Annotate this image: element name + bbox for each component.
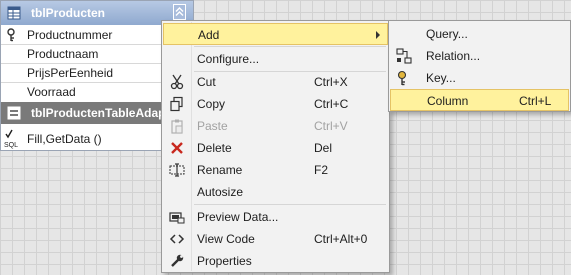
menu-item-label: Paste: [197, 119, 228, 133]
menu-item-shortcut: Del: [314, 141, 333, 155]
delete-x-icon: [171, 142, 183, 154]
menu-item-shortcut: F2: [314, 163, 329, 177]
add-submenu[interactable]: Query... Relation... Key... Column Ctrl+…: [388, 20, 571, 112]
menu-item-shortcut: Ctrl+X: [314, 75, 348, 89]
menu-item-shortcut: Ctrl+Alt+0: [314, 232, 368, 246]
menu-item-label: View Code: [197, 232, 255, 246]
menu-item-properties[interactable]: Properties: [163, 250, 388, 272]
menu-item-label: Column: [427, 94, 469, 108]
submenu-item-key[interactable]: Key...: [390, 67, 569, 89]
submenu-item-column[interactable]: Column Ctrl+L: [390, 89, 569, 111]
query-name: Fill,GetData (): [27, 132, 102, 146]
menu-item-label: Configure...: [197, 52, 260, 66]
primary-key-icon: [7, 28, 15, 42]
submenu-item-relation[interactable]: Relation...: [390, 45, 569, 67]
column-name: Voorraad: [27, 85, 76, 99]
menu-item-autosize[interactable]: Autosize: [163, 181, 388, 203]
menu-item-label: Autosize: [197, 185, 244, 199]
menu-item-configure[interactable]: Configure...: [163, 48, 388, 70]
column-name: Productnaam: [27, 47, 99, 61]
menu-item-add[interactable]: Add: [163, 23, 388, 45]
menu-item-label: Preview Data...: [197, 210, 279, 224]
collapse-chevron-icon: [175, 7, 184, 16]
menu-item-copy[interactable]: Copy Ctrl+C: [163, 93, 388, 115]
menu-item-label: Cut: [197, 75, 216, 89]
wrench-icon: [171, 254, 184, 267]
menu-item-label: Key...: [426, 71, 456, 85]
sql-query-icon: SQL: [4, 129, 18, 149]
paste-icon: [171, 119, 183, 134]
menu-item-view-code[interactable]: View Code Ctrl+Alt+0: [163, 228, 388, 250]
collapse-button[interactable]: [173, 4, 186, 20]
column-name: Productnummer: [27, 28, 113, 42]
menu-item-shortcut: Ctrl+V: [314, 119, 348, 133]
context-menu[interactable]: Add Configure... Cut Ctrl+X Copy Ctrl+C …: [161, 20, 390, 273]
key-icon: [397, 70, 407, 86]
menu-item-preview-data[interactable]: Preview Data...: [163, 206, 388, 228]
menu-item-cut[interactable]: Cut Ctrl+X: [163, 71, 388, 93]
menu-item-label: Add: [198, 28, 220, 42]
scissors-icon: [170, 74, 184, 90]
copy-icon: [170, 96, 183, 112]
menu-separator: [194, 204, 386, 205]
menu-separator: [194, 46, 386, 47]
column-name: PrijsPerEenheid: [27, 66, 114, 80]
menu-item-label: Rename: [197, 163, 243, 177]
rename-icon: [169, 163, 185, 177]
menu-item-label: Relation...: [426, 49, 481, 63]
table-adapter-icon: [7, 106, 21, 120]
menu-item-label: Query...: [426, 27, 468, 41]
table-title: tblProducten: [31, 6, 105, 20]
menu-item-delete[interactable]: Delete Del: [163, 137, 388, 159]
menu-item-paste[interactable]: Paste Ctrl+V: [163, 115, 388, 137]
submenu-item-query[interactable]: Query...: [390, 23, 569, 45]
preview-data-icon: [169, 212, 185, 224]
menu-item-label: Delete: [197, 141, 232, 155]
table-adapter-title: tblProductenTableAdap: [31, 106, 166, 120]
datatable-icon: [7, 6, 21, 20]
menu-item-shortcut: Ctrl+L: [519, 94, 552, 108]
sql-icon-text: SQL: [4, 142, 18, 149]
menu-item-shortcut: Ctrl+C: [314, 97, 349, 111]
submenu-arrow-icon: [376, 31, 380, 39]
relation-icon: [396, 48, 412, 64]
menu-item-label: Properties: [197, 254, 252, 268]
code-brackets-icon: [169, 234, 185, 244]
menu-item-label: Copy: [197, 97, 226, 111]
menu-item-rename[interactable]: Rename F2: [163, 159, 388, 181]
